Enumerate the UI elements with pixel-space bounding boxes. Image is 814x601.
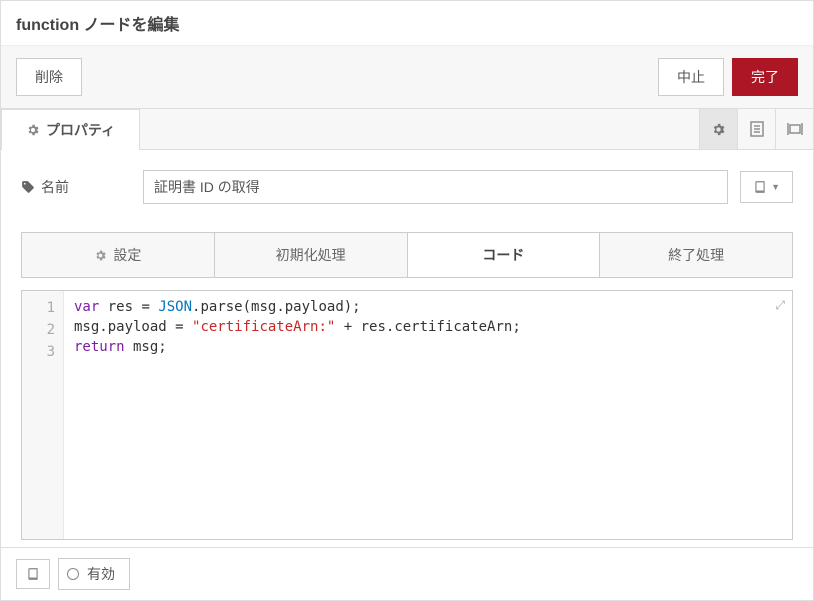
tab-code[interactable]: コード <box>408 233 601 277</box>
gear-icon <box>26 123 40 137</box>
name-input[interactable] <box>143 170 728 204</box>
name-label: 名前 <box>21 177 131 197</box>
gear-icon <box>94 249 107 262</box>
tag-icon <box>21 180 35 194</box>
book-icon <box>753 180 767 194</box>
editor-panel: function ノードを編集 削除 中止 完了 プロパティ <box>0 0 814 601</box>
caret-down-icon: ▼ <box>771 182 780 192</box>
tab-init[interactable]: 初期化処理 <box>215 233 408 277</box>
description-button[interactable] <box>737 109 775 149</box>
code-editor[interactable]: 1 2 3 var res = JSON.parse(msg.payload);… <box>21 290 793 540</box>
name-row: 名前 ▼ <box>21 170 793 204</box>
enabled-toggle[interactable]: 有効 <box>58 558 130 590</box>
form-area: 名前 ▼ <box>1 150 813 232</box>
footer: 有効 <box>1 547 813 600</box>
tab-properties[interactable]: プロパティ <box>1 109 140 150</box>
document-icon <box>750 121 764 137</box>
code-tabs: 設定 初期化処理 コード 終了処理 <box>21 232 793 278</box>
delete-button[interactable]: 削除 <box>16 58 82 96</box>
node-settings-button[interactable] <box>699 109 737 149</box>
panel-title: function ノードを編集 <box>1 1 813 46</box>
tab-bar: プロパティ <box>1 109 813 150</box>
appearance-button[interactable] <box>775 109 813 149</box>
layout-icon <box>787 122 803 136</box>
line-gutter: 1 2 3 <box>22 291 64 539</box>
tab-setup[interactable]: 設定 <box>22 233 215 277</box>
gear-icon <box>711 122 726 137</box>
done-button[interactable]: 完了 <box>732 58 798 96</box>
expand-icon[interactable]: ⤢ <box>772 295 788 316</box>
action-bar: 削除 中止 完了 <box>1 46 813 109</box>
circle-icon <box>67 568 79 580</box>
tab-properties-label: プロパティ <box>46 120 115 140</box>
code-content[interactable]: var res = JSON.parse(msg.payload); msg.p… <box>64 291 792 539</box>
library-button[interactable]: ▼ <box>740 171 793 203</box>
tab-close[interactable]: 終了処理 <box>600 233 792 277</box>
cancel-button[interactable]: 中止 <box>658 58 724 96</box>
book-icon <box>26 567 40 581</box>
enabled-label: 有効 <box>87 564 115 584</box>
library-footer-button[interactable] <box>16 559 50 589</box>
